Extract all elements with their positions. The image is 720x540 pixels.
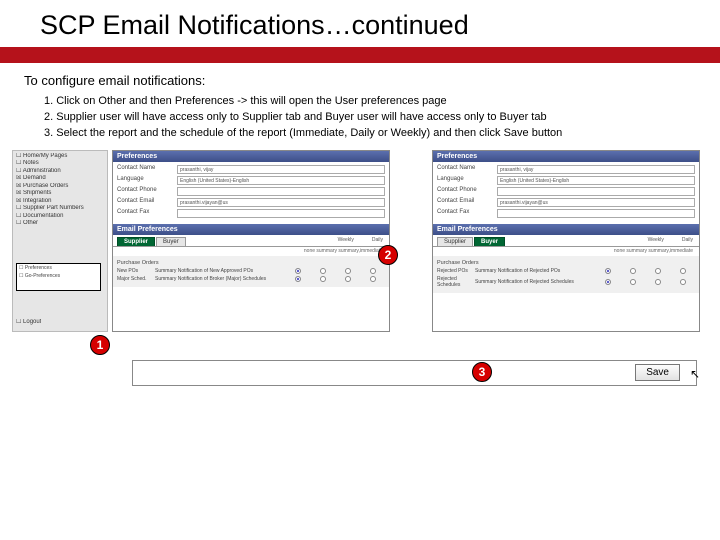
report-row-left: New POs xyxy=(117,268,155,274)
nav-item: ☒ Demand xyxy=(16,175,104,183)
tabs-row: Supplier Buyer Weekly Daily xyxy=(113,235,389,247)
red-divider xyxy=(0,47,720,63)
page-title: SCP Email Notifications…continued xyxy=(0,10,720,47)
col-weekly: Weekly xyxy=(338,237,354,243)
preferences-header: Preferences xyxy=(433,151,699,162)
preferences-header: Preferences xyxy=(113,151,389,162)
buyer-preferences-screenshot: Preferences Contact Nameprasanthi, vijay… xyxy=(432,150,700,332)
col-daily: Daily xyxy=(682,237,693,243)
col-daily: Daily xyxy=(372,237,383,243)
nav-sub-item: ☐ Go-Preferences xyxy=(17,272,100,280)
contact-form: Contact Nameprasanthi, vijay LanguageEng… xyxy=(433,162,699,224)
schedule-subtext: none summary summary,immediate xyxy=(113,247,389,256)
nav-item: ☐ Administration xyxy=(16,168,104,176)
nav-item: ☐ Home/My Pages xyxy=(16,153,104,161)
intro-text: To configure email notifications: xyxy=(0,63,720,90)
contact-name-field[interactable]: prasanthi, vijay xyxy=(177,165,385,174)
screenshots-area: ☐ Home/My Pages ☐ Notes ☐ Administration… xyxy=(12,150,707,380)
contact-fax-label: Contact Fax xyxy=(437,209,497,218)
tabs-row: Supplier Buyer Weekly Daily xyxy=(433,235,699,247)
nav-item: ☒ Shipments xyxy=(16,190,104,198)
nav-item: ☐ Other xyxy=(16,220,104,228)
step-2: 2. Supplier user will have access only t… xyxy=(44,110,690,126)
tab-supplier[interactable]: Supplier xyxy=(437,237,473,246)
report-row-name: Summary Notification of Rejected Schedul… xyxy=(475,279,595,285)
report-row-radios[interactable] xyxy=(595,268,695,274)
callout-1: 1 xyxy=(90,335,110,355)
contact-email-label: Contact Email xyxy=(117,198,177,207)
report-row-radios[interactable] xyxy=(595,279,695,285)
report-row-left: Major Sched. xyxy=(117,276,155,282)
email-preferences-header: Email Preferences xyxy=(113,224,389,235)
step-3: 3. Select the report and the schedule of… xyxy=(44,126,690,142)
contact-fax-field[interactable] xyxy=(177,209,385,218)
nav-item: ☐ Documentation xyxy=(16,213,104,221)
nav-sub-item: ☐ Preferences xyxy=(17,264,100,272)
report-row: Rejected POs Summary Notification of Rej… xyxy=(437,267,695,275)
tab-buyer[interactable]: Buyer xyxy=(156,237,186,246)
contact-name-label: Contact Name xyxy=(437,165,497,174)
report-row-name: Summary Notification of New Approved POs xyxy=(155,268,285,274)
report-area: Purchase Orders Rejected POs Summary Not… xyxy=(433,256,699,293)
report-row-left: Rejected POs xyxy=(437,268,475,274)
schedule-subtext: none summary summary,immediate xyxy=(433,247,699,256)
save-button[interactable]: Save xyxy=(635,364,680,381)
report-row: Rejected Schedules Summary Notification … xyxy=(437,275,695,289)
preferences-highlight-box: ☐ Preferences ☐ Go-Preferences xyxy=(16,263,101,291)
contact-phone-field[interactable] xyxy=(497,187,695,196)
tab-buyer[interactable]: Buyer xyxy=(474,237,505,246)
contact-phone-label: Contact Phone xyxy=(117,187,177,196)
report-row: New POs Summary Notification of New Appr… xyxy=(117,267,385,275)
supplier-preferences-screenshot: Preferences Contact Nameprasanthi, vijay… xyxy=(112,150,390,332)
col-weekly: Weekly xyxy=(648,237,664,243)
nav-item: ☒ Integration xyxy=(16,198,104,206)
nav-item-logout: ☐ Logout xyxy=(16,319,41,327)
report-group-label: Purchase Orders xyxy=(437,260,695,266)
nav-item: ☐ Supplier Part Numbers xyxy=(16,205,104,213)
report-row-radios[interactable] xyxy=(285,276,385,282)
left-nav-screenshot: ☐ Home/My Pages ☐ Notes ☐ Administration… xyxy=(12,150,108,332)
save-bar-screenshot: Save ↖ xyxy=(132,360,697,386)
tab-supplier[interactable]: Supplier xyxy=(117,237,155,246)
schedule-column-labels: Weekly Daily xyxy=(648,237,693,243)
contact-phone-label: Contact Phone xyxy=(437,187,497,196)
language-label: Language xyxy=(437,176,497,185)
contact-phone-field[interactable] xyxy=(177,187,385,196)
title-bar: SCP Email Notifications…continued xyxy=(0,0,720,63)
step-1: 1. Click on Other and then Preferences -… xyxy=(44,94,690,110)
language-field[interactable]: English (United States)-English xyxy=(177,176,385,185)
steps-list: 1. Click on Other and then Preferences -… xyxy=(0,90,720,150)
report-area: Purchase Orders New POs Summary Notifica… xyxy=(113,256,389,287)
report-row: Major Sched. Summary Notification of Bro… xyxy=(117,275,385,283)
contact-email-label: Contact Email xyxy=(437,198,497,207)
report-row-name: Summary Notification of Broker (Major) S… xyxy=(155,276,285,282)
contact-fax-label: Contact Fax xyxy=(117,209,177,218)
contact-name-field[interactable]: prasanthi, vijay xyxy=(497,165,695,174)
report-row-name: Summary Notification of Rejected POs xyxy=(475,268,595,274)
contact-fax-field[interactable] xyxy=(497,209,695,218)
email-preferences-header: Email Preferences xyxy=(433,224,699,235)
contact-form: Contact Nameprasanthi, vijay LanguageEng… xyxy=(113,162,389,224)
contact-name-label: Contact Name xyxy=(117,165,177,174)
callout-3: 3 xyxy=(472,362,492,382)
report-row-radios[interactable] xyxy=(285,268,385,274)
report-group-label: Purchase Orders xyxy=(117,260,385,266)
language-field[interactable]: English (United States)-English xyxy=(497,176,695,185)
nav-item: ☐ Notes xyxy=(16,160,104,168)
schedule-column-labels: Weekly Daily xyxy=(338,237,383,243)
contact-email-field[interactable]: prasanthi.vijayan@us xyxy=(497,198,695,207)
callout-2: 2 xyxy=(378,245,398,265)
nav-item: ☒ Purchase Orders xyxy=(16,183,104,191)
contact-email-field[interactable]: prasanthi.vijayan@us xyxy=(177,198,385,207)
report-row-left: Rejected Schedules xyxy=(437,276,475,288)
cursor-icon: ↖ xyxy=(690,367,700,381)
language-label: Language xyxy=(117,176,177,185)
